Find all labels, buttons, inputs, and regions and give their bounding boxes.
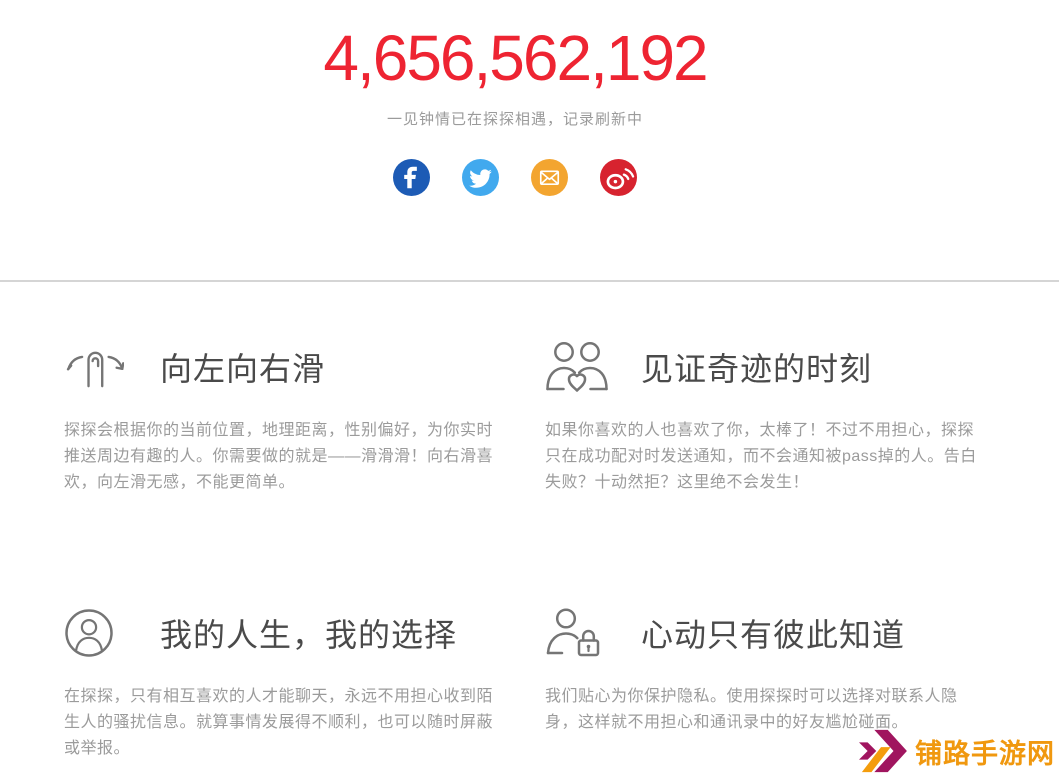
weibo-icon	[600, 159, 637, 196]
feature-title: 见证奇迹的时刻	[641, 344, 872, 390]
weibo-share-button[interactable]	[600, 159, 637, 196]
swipe-gesture-icon	[64, 346, 130, 388]
watermark-site-name: 铺路手游网	[915, 732, 1055, 771]
feature-match: 见证奇迹的时刻 如果你喜欢的人也喜欢了你，太棒了！不过不用担心，探探只在成功配对…	[545, 340, 985, 496]
privacy-lock-icon	[545, 607, 611, 659]
twitter-share-button[interactable]	[462, 159, 499, 196]
match-counter: 4,656,562,192	[0, 26, 1030, 90]
feature-description: 如果你喜欢的人也喜欢了你，太棒了！不过不用担心，探探只在成功配对时发送通知，而不…	[545, 418, 985, 496]
hero-section: 4,656,562,192 一见钟情已在探探相遇，记录刷新中	[0, 0, 1030, 196]
couple-heart-icon	[545, 341, 611, 393]
email-icon	[531, 159, 568, 196]
feature-description: 探探会根据你的当前位置，地理距离，性别偏好，为你实时推送周边有趣的人。你需要做的…	[64, 418, 501, 496]
feature-title: 我的人生，我的选择	[160, 610, 457, 656]
social-share-row	[0, 159, 1030, 196]
feature-title: 心动只有彼此知道	[641, 610, 905, 656]
feature-swipe: 向左向右滑 探探会根据你的当前位置，地理距离，性别偏好，为你实时推送周边有趣的人…	[64, 340, 501, 496]
email-share-button[interactable]	[531, 159, 568, 196]
facebook-icon	[393, 159, 430, 196]
facebook-share-button[interactable]	[393, 159, 430, 196]
counter-subtitle: 一见钟情已在探探相遇，记录刷新中	[0, 108, 1030, 129]
feature-choice: 我的人生，我的选择 在探探，只有相互喜欢的人才能聊天，永远不用担心收到陌生人的骚…	[64, 606, 501, 762]
feature-description: 在探探，只有相互喜欢的人才能聊天，永远不用担心收到陌生人的骚扰信息。就算事情发展…	[64, 684, 501, 762]
landing-page: 4,656,562,192 一见钟情已在探探相遇，记录刷新中	[0, 0, 1059, 777]
site-watermark-link[interactable]: 铺路手游网	[854, 728, 1055, 774]
chevron-arrows-logo-icon	[854, 728, 910, 774]
feature-title: 向左向右滑	[160, 344, 325, 390]
twitter-icon	[462, 159, 499, 196]
profile-circle-icon	[64, 608, 130, 658]
features-grid: 向左向右滑 探探会根据你的当前位置，地理距离，性别偏好，为你实时推送周边有趣的人…	[64, 282, 1059, 762]
